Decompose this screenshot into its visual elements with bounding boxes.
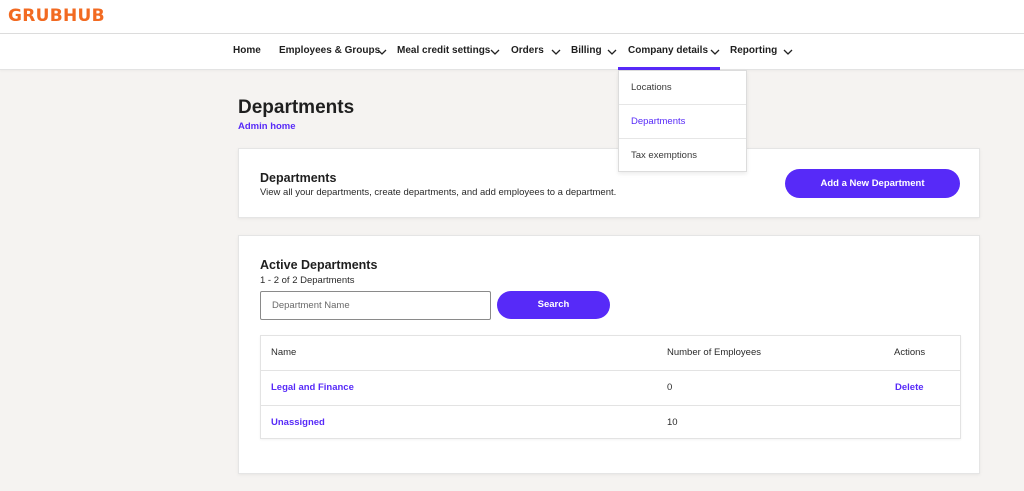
active-departments-card: Active Departments 1 - 2 of 2 Department… bbox=[238, 235, 980, 474]
nav-item-orders[interactable]: Orders bbox=[511, 34, 544, 70]
departments-intro-card: Departments View all your departments, c… bbox=[238, 148, 980, 218]
active-departments-title: Active Departments bbox=[260, 258, 378, 272]
nav-item-meal-credit-settings[interactable]: Meal credit settings bbox=[397, 34, 490, 70]
dropdown-item-locations[interactable]: Locations bbox=[619, 71, 746, 105]
employee-count: 0 bbox=[667, 382, 673, 393]
table-row: Unassigned 10 bbox=[261, 406, 960, 441]
table-header-row: Name Number of Employees Actions bbox=[261, 336, 960, 371]
chevron-down-icon[interactable] bbox=[782, 46, 794, 58]
nav-item-reporting[interactable]: Reporting bbox=[730, 34, 777, 70]
header-name: Name bbox=[271, 347, 297, 358]
header-employee-count: Number of Employees bbox=[667, 347, 761, 358]
chevron-down-icon[interactable] bbox=[489, 46, 501, 58]
chevron-down-icon[interactable] bbox=[376, 46, 388, 58]
dropdown-item-tax-exemptions[interactable]: Tax exemptions bbox=[619, 139, 746, 173]
company-details-dropdown: Locations Departments Tax exemptions bbox=[618, 70, 747, 172]
dropdown-item-departments[interactable]: Departments bbox=[619, 105, 746, 139]
department-link[interactable]: Legal and Finance bbox=[271, 371, 354, 405]
add-department-button[interactable]: Add a New Department bbox=[785, 169, 960, 198]
chevron-down-icon[interactable] bbox=[606, 46, 618, 58]
top-bar: GRUBHUB bbox=[0, 0, 1024, 34]
nav-item-company-details[interactable]: Company details bbox=[628, 34, 708, 70]
header-actions: Actions bbox=[894, 347, 926, 358]
search-button[interactable]: Search bbox=[497, 291, 610, 319]
nav-item-employees-groups[interactable]: Employees & Groups bbox=[279, 34, 380, 70]
chevron-down-icon[interactable] bbox=[709, 46, 721, 58]
nav-item-billing[interactable]: Billing bbox=[571, 34, 602, 70]
chevron-down-icon[interactable] bbox=[550, 46, 562, 58]
employee-count: 10 bbox=[667, 417, 678, 428]
intro-card-title: Departments bbox=[260, 171, 337, 185]
delete-link[interactable]: Delete bbox=[895, 371, 924, 405]
table-row: Legal and Finance 0 Delete bbox=[261, 371, 960, 406]
nav-item-home[interactable]: Home bbox=[233, 34, 261, 70]
intro-card-description: View all your departments, create depart… bbox=[260, 187, 617, 198]
departments-count: 1 - 2 of 2 Departments bbox=[260, 275, 355, 286]
department-link[interactable]: Unassigned bbox=[271, 406, 325, 440]
page-title: Departments bbox=[238, 97, 355, 118]
grubhub-logo[interactable]: GRUBHUB bbox=[8, 6, 105, 26]
departments-table: Name Number of Employees Actions Legal a… bbox=[260, 335, 961, 439]
department-name-search-input[interactable] bbox=[260, 291, 491, 320]
main-nav: Home Employees & Groups Meal credit sett… bbox=[0, 34, 1024, 70]
admin-home-link[interactable]: Admin home bbox=[238, 121, 296, 132]
